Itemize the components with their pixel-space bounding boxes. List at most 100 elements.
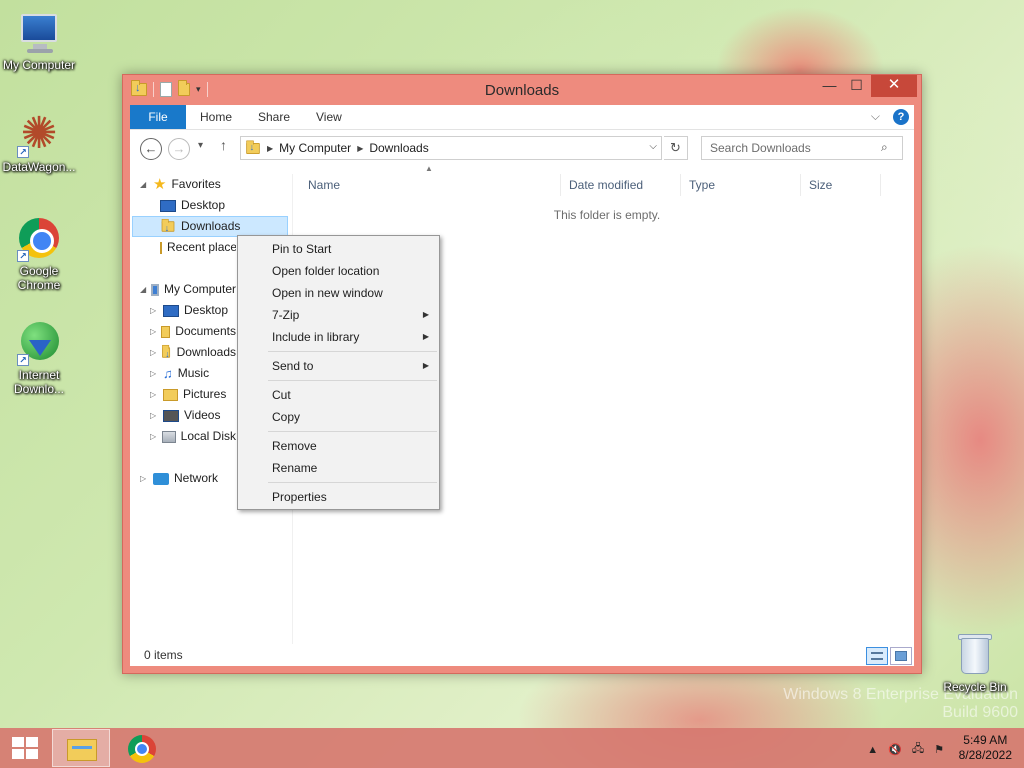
- menu-item-include-in-library[interactable]: Include in library ▶: [238, 326, 439, 348]
- desktop-icon-internet-download-manager[interactable]: ↗ Internet Downlo...: [0, 318, 78, 396]
- search-icon[interactable]: ⌕: [881, 140, 888, 155]
- tree-label: My Computer: [163, 282, 236, 296]
- taskbar-google-chrome[interactable]: [114, 729, 172, 767]
- collapse-arrow-icon[interactable]: ▷: [150, 426, 157, 447]
- close-button[interactable]: ✕: [871, 75, 917, 97]
- tab-share[interactable]: Share: [246, 105, 302, 129]
- menu-item-7-zip[interactable]: 7-Zip ▶: [238, 304, 439, 326]
- shortcut-arrow-icon: ↗: [17, 354, 29, 366]
- folder-download-icon: [246, 139, 260, 154]
- chevron-right-icon[interactable]: ▶: [267, 144, 273, 153]
- forward-button[interactable]: →: [168, 138, 190, 160]
- expand-arrow-icon[interactable]: ◢: [140, 174, 148, 195]
- file-explorer-icon: [67, 739, 97, 761]
- tree-label: Downloads: [181, 219, 241, 233]
- chrome-icon: ↗: [15, 214, 63, 262]
- address-bar[interactable]: ▶ My Computer ▶ Downloads ⌵: [240, 136, 662, 160]
- menu-item-open-folder-location[interactable]: Open folder location: [238, 260, 439, 282]
- column-header-date-modified[interactable]: Date modified: [561, 174, 681, 196]
- tree-computer-pictures[interactable]: ▷ Pictures: [150, 384, 236, 405]
- clock-date: 8/28/2022: [958, 748, 1012, 762]
- collapse-arrow-icon[interactable]: ▷: [150, 321, 156, 342]
- taskbar-file-explorer[interactable]: [52, 729, 110, 767]
- windows-logo-icon: [12, 749, 24, 759]
- chevron-down-icon[interactable]: ⌵: [649, 141, 657, 152]
- tree-my-computer[interactable]: ◢ My Computer: [140, 279, 236, 300]
- recycle-bin-icon: [951, 630, 999, 678]
- back-button[interactable]: ←: [140, 138, 162, 160]
- title-bar[interactable]: ▾ Downloads — ☐ ✕: [123, 75, 921, 105]
- menu-item-open-in-new-window[interactable]: Open in new window: [238, 282, 439, 304]
- menu-item-properties[interactable]: Properties: [238, 486, 439, 508]
- column-header-size[interactable]: Size: [801, 174, 881, 196]
- menu-item-copy[interactable]: Copy: [238, 406, 439, 428]
- column-header-name[interactable]: Name: [300, 174, 561, 196]
- tree-favorites-desktop[interactable]: Desktop: [160, 195, 285, 216]
- tree-computer-desktop[interactable]: ▷ Desktop: [150, 300, 236, 321]
- search-input[interactable]: [701, 136, 903, 160]
- desktop-icon-recycle-bin[interactable]: Recycle Bin: [936, 630, 1014, 694]
- menu-item-label: Properties: [272, 490, 327, 504]
- chrome-icon: [128, 735, 156, 763]
- up-button[interactable]: ↑: [220, 137, 227, 153]
- chevron-right-icon[interactable]: ▶: [357, 144, 363, 153]
- tree-computer-videos[interactable]: ▷ Videos: [150, 405, 236, 426]
- submenu-arrow-icon: ▶: [422, 310, 429, 319]
- menu-item-label: Open in new window: [272, 286, 383, 300]
- breadcrumb-downloads[interactable]: Downloads: [369, 141, 428, 155]
- tree-favorites-recent-places[interactable]: Recent places: [160, 237, 236, 258]
- submenu-arrow-icon: ▶: [422, 332, 429, 341]
- menu-item-pin-to-start[interactable]: Pin to Start: [238, 238, 439, 260]
- star-icon: ★: [153, 176, 167, 193]
- column-header-type[interactable]: Type: [681, 174, 801, 196]
- volume-muted-icon[interactable]: 🔇: [888, 743, 902, 756]
- minimize-button[interactable]: —: [816, 75, 843, 97]
- tree-favorites-downloads[interactable]: Downloads: [132, 216, 288, 237]
- menu-item-label: Remove: [272, 439, 317, 453]
- collapse-arrow-icon[interactable]: ▷: [150, 300, 158, 321]
- tab-view[interactable]: View: [304, 105, 354, 129]
- menu-item-cut[interactable]: Cut: [238, 384, 439, 406]
- tree-computer-documents[interactable]: ▷ Documents: [150, 321, 236, 342]
- expand-arrow-icon[interactable]: ◢: [140, 279, 146, 300]
- menu-item-send-to[interactable]: Send to ▶: [238, 355, 439, 377]
- desktop-icon-label: Google Chrome: [17, 264, 61, 292]
- help-icon[interactable]: ?: [893, 109, 909, 125]
- collapse-arrow-icon[interactable]: ▷: [150, 405, 158, 426]
- tree-label: Desktop: [184, 303, 229, 317]
- collapse-arrow-icon[interactable]: ▷: [150, 363, 158, 384]
- menu-item-label: Open folder location: [272, 264, 380, 278]
- clock-time: 5:49 AM: [963, 733, 1008, 747]
- desktop-icon-my-computer[interactable]: My Computer: [0, 8, 78, 72]
- menu-item-rename[interactable]: Rename: [238, 457, 439, 479]
- details-view-icon: [871, 652, 883, 660]
- tree-computer-music[interactable]: ▷ ♫ Music: [150, 363, 236, 384]
- breadcrumb-my-computer[interactable]: My Computer: [279, 141, 351, 155]
- action-center-alert-icon[interactable]: ⚑: [934, 743, 944, 756]
- tree-label: Videos: [184, 408, 221, 422]
- collapse-arrow-icon[interactable]: ▷: [150, 384, 158, 405]
- desktop-icon-datawagon[interactable]: ✺ ↗ DataWagon...: [0, 110, 78, 175]
- tab-file[interactable]: File: [130, 105, 186, 129]
- tree-favorites[interactable]: ◢ ★ Favorites: [140, 174, 280, 195]
- recent-locations-dropdown[interactable]: ▾: [198, 140, 203, 151]
- maximize-button[interactable]: ☐: [843, 75, 870, 97]
- tree-computer-downloads[interactable]: ▷ Downloads: [150, 342, 236, 363]
- tree-computer-local-disk[interactable]: ▷ Local Disk: [150, 426, 236, 447]
- menu-separator: [268, 351, 437, 352]
- tab-home[interactable]: Home: [188, 105, 244, 129]
- desktop-icon-label: Recycle Bin: [943, 680, 1007, 694]
- menu-item-remove[interactable]: Remove: [238, 435, 439, 457]
- desktop-icon-google-chrome[interactable]: ↗ Google Chrome: [0, 214, 78, 292]
- show-hidden-icons-icon[interactable]: ▲: [867, 744, 878, 756]
- taskbar-clock[interactable]: 5:49 AM 8/28/2022: [959, 733, 1012, 763]
- start-button[interactable]: [12, 737, 38, 759]
- expand-ribbon-icon[interactable]: ⌵: [871, 109, 880, 124]
- collapse-arrow-icon[interactable]: ▷: [140, 468, 148, 489]
- large-icons-view-button[interactable]: [890, 647, 912, 665]
- details-view-button[interactable]: [866, 647, 888, 665]
- collapse-arrow-icon[interactable]: ▷: [150, 342, 156, 363]
- tree-label: Downloads: [176, 345, 236, 359]
- network-status-icon[interactable]: 🖧: [912, 740, 924, 759]
- refresh-button[interactable]: ↻: [664, 136, 688, 160]
